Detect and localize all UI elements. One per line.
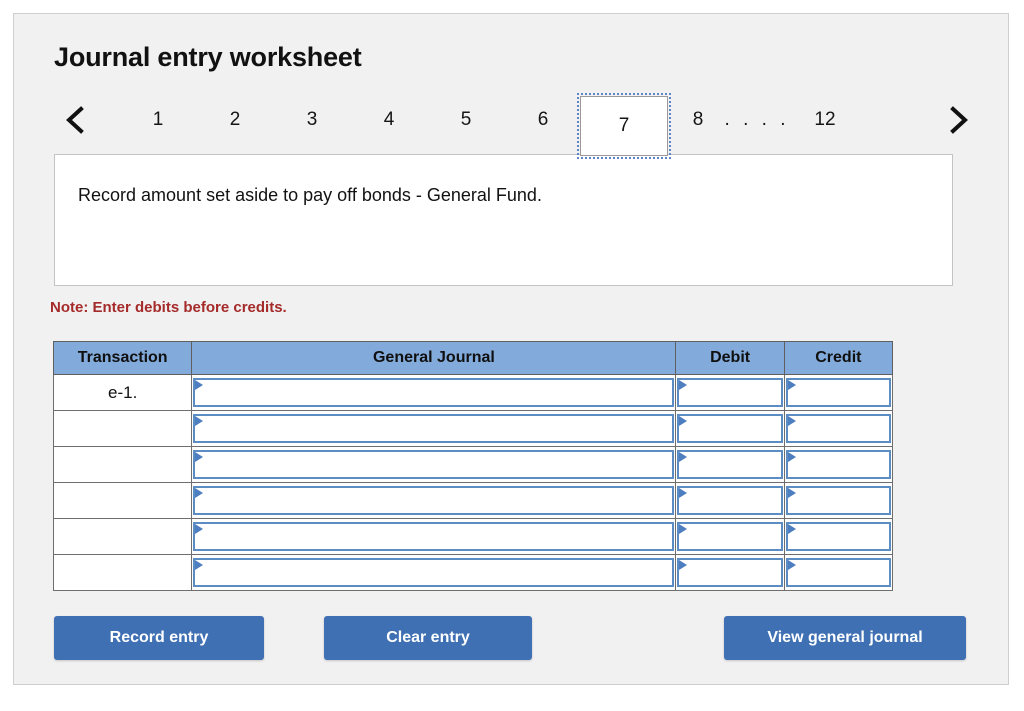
page-tab-8[interactable]: 8	[672, 98, 724, 142]
debits-before-credits-note: Note: Enter debits before credits.	[50, 299, 287, 316]
debit-input[interactable]	[677, 522, 783, 551]
debit-cell[interactable]	[675, 410, 785, 447]
general-journal-cell[interactable]	[191, 518, 677, 555]
debit-cell[interactable]	[675, 374, 785, 411]
page-tab-12[interactable]: 12	[799, 98, 851, 142]
general-journal-input[interactable]	[193, 450, 675, 479]
table-row	[52, 482, 894, 519]
credit-cell[interactable]	[783, 374, 894, 411]
debit-cell[interactable]	[675, 482, 785, 519]
record-entry-button[interactable]: Record entry	[54, 616, 264, 660]
column-header-credit: Credit	[783, 341, 894, 375]
credit-input[interactable]	[785, 414, 891, 443]
credit-input[interactable]	[785, 378, 891, 407]
debit-input[interactable]	[677, 414, 783, 443]
page-tab-5[interactable]: 5	[440, 98, 492, 142]
general-journal-cell[interactable]	[191, 482, 677, 519]
general-journal-input[interactable]	[193, 522, 675, 551]
credit-input[interactable]	[785, 450, 891, 479]
column-header-transaction: Transaction	[52, 341, 193, 375]
debit-cell[interactable]	[675, 554, 785, 591]
debit-input[interactable]	[677, 378, 783, 407]
transaction-description-text: Record amount set aside to pay off bonds…	[78, 185, 542, 205]
general-journal-cell[interactable]	[191, 374, 677, 411]
chevron-left-icon[interactable]	[58, 98, 92, 142]
page-tab-3[interactable]: 3	[286, 98, 338, 142]
transaction-label	[52, 482, 193, 519]
general-journal-input[interactable]	[193, 486, 675, 515]
table-row	[52, 446, 894, 483]
page-tab-4[interactable]: 4	[363, 98, 415, 142]
debit-input[interactable]	[677, 486, 783, 515]
credit-cell[interactable]	[783, 482, 894, 519]
table-row	[52, 554, 894, 591]
page-tab-2[interactable]: 2	[209, 98, 261, 142]
general-journal-input[interactable]	[193, 558, 675, 587]
transaction-label	[52, 410, 193, 447]
table-row	[52, 410, 894, 447]
credit-cell[interactable]	[783, 410, 894, 447]
transaction-description-box: Record amount set aside to pay off bonds…	[54, 154, 953, 286]
view-general-journal-button[interactable]: View general journal	[724, 616, 966, 660]
general-journal-cell[interactable]	[191, 554, 677, 591]
general-journal-cell[interactable]	[191, 446, 677, 483]
credit-input[interactable]	[785, 522, 891, 551]
transaction-label	[52, 518, 193, 555]
general-journal-input[interactable]	[193, 378, 675, 407]
table-row: e-1.	[52, 374, 894, 411]
transaction-label	[52, 554, 193, 591]
page-title: Journal entry worksheet	[54, 42, 362, 72]
general-journal-cell[interactable]	[191, 410, 677, 447]
journal-entry-table: Transaction General Journal Debit Credit…	[52, 341, 894, 591]
pagination-bar: 1 2 3 4 5 6 7 8 . . . . . 12	[50, 90, 980, 174]
credit-cell[interactable]	[783, 446, 894, 483]
table-row	[52, 518, 894, 555]
debit-cell[interactable]	[675, 518, 785, 555]
clear-entry-button[interactable]: Clear entry	[324, 616, 532, 660]
chevron-right-icon[interactable]	[942, 98, 976, 142]
credit-cell[interactable]	[783, 518, 894, 555]
page-tab-6[interactable]: 6	[517, 98, 569, 142]
page-tab-1[interactable]: 1	[132, 98, 184, 142]
page-ellipsis: . . . . .	[724, 109, 790, 174]
credit-cell[interactable]	[783, 554, 894, 591]
column-header-general-journal: General Journal	[191, 341, 677, 375]
debit-input[interactable]	[677, 558, 783, 587]
transaction-label: e-1.	[52, 374, 193, 411]
debit-cell[interactable]	[675, 446, 785, 483]
credit-input[interactable]	[785, 558, 891, 587]
debit-input[interactable]	[677, 450, 783, 479]
column-header-debit: Debit	[675, 341, 785, 375]
table-header-row: Transaction General Journal Debit Credit	[52, 341, 894, 375]
credit-input[interactable]	[785, 486, 891, 515]
worksheet-panel: Journal entry worksheet 1 2 3 4 5 6 7 8 …	[13, 13, 1009, 685]
transaction-label	[52, 446, 193, 483]
page-tab-7-active[interactable]: 7	[577, 93, 671, 159]
general-journal-input[interactable]	[193, 414, 675, 443]
